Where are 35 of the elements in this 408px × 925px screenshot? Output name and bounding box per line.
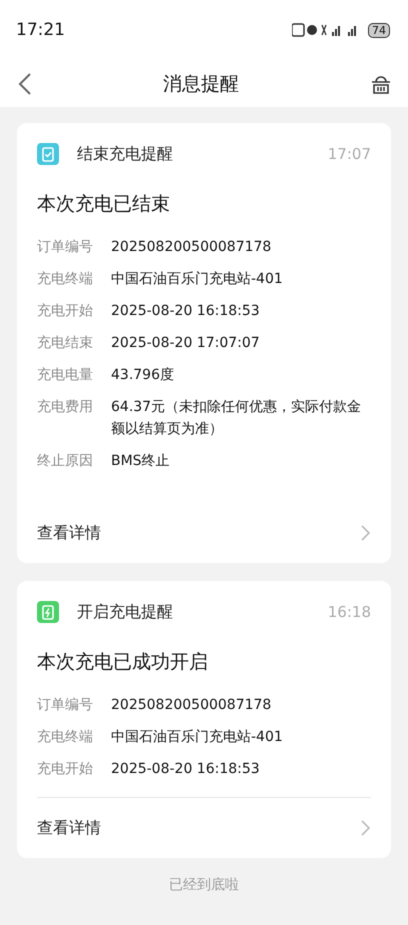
battery-level: 74	[368, 22, 390, 38]
field-value: 202508200500087178	[111, 696, 272, 715]
card-headline: 本次充电已成功开启	[37, 650, 209, 675]
field-value: 43.796度	[111, 366, 174, 385]
field-label: 充电费用	[37, 398, 93, 417]
field-value: 中国石油百乐门充电站-401	[111, 728, 283, 747]
details-link[interactable]: 查看详情	[37, 818, 101, 838]
field-label: 充电开始	[37, 302, 93, 321]
card-headline: 本次充电已结束	[37, 192, 171, 217]
field-label: 充电终端	[37, 270, 93, 289]
field-label: 终止原因	[37, 452, 93, 471]
page-title: 消息提醒	[163, 72, 239, 96]
field-label: 充电结束	[37, 334, 93, 353]
field-value: 2025-08-20 16:18:53	[111, 760, 260, 779]
field-label: 充电电量	[37, 366, 93, 385]
field-label: 订单编号	[37, 696, 93, 715]
card-time: 16:18	[328, 603, 371, 621]
end-of-list-note: 已经到底啦	[168, 876, 240, 895]
details-link[interactable]: 查看详情	[37, 522, 101, 544]
card-time: 17:07	[328, 145, 371, 163]
card-title: 结束充电提醒	[77, 144, 174, 164]
field-value: 中国石油百乐门充电站-401	[111, 270, 283, 289]
field-value: 202508200500087178	[111, 238, 272, 257]
status-time: 17:21	[16, 20, 65, 40]
field-value: 64.37元（未扣除任何优惠，实际付款金额以结算页为准）	[111, 398, 362, 439]
field-label: 订单编号	[37, 238, 93, 257]
back-icon[interactable]	[18, 72, 32, 96]
field-value: 2025-08-20 17:07:07	[111, 334, 260, 353]
field-value: 2025-08-20 16:18:53	[111, 302, 260, 321]
battery-bolt-icon	[37, 601, 59, 623]
clipboard-check-icon	[37, 143, 59, 165]
field-value: BMS终止	[111, 452, 170, 471]
card-title: 开启充电提醒	[77, 602, 174, 622]
field-label: 充电终端	[37, 728, 93, 747]
field-label: 充电开始	[37, 760, 93, 779]
